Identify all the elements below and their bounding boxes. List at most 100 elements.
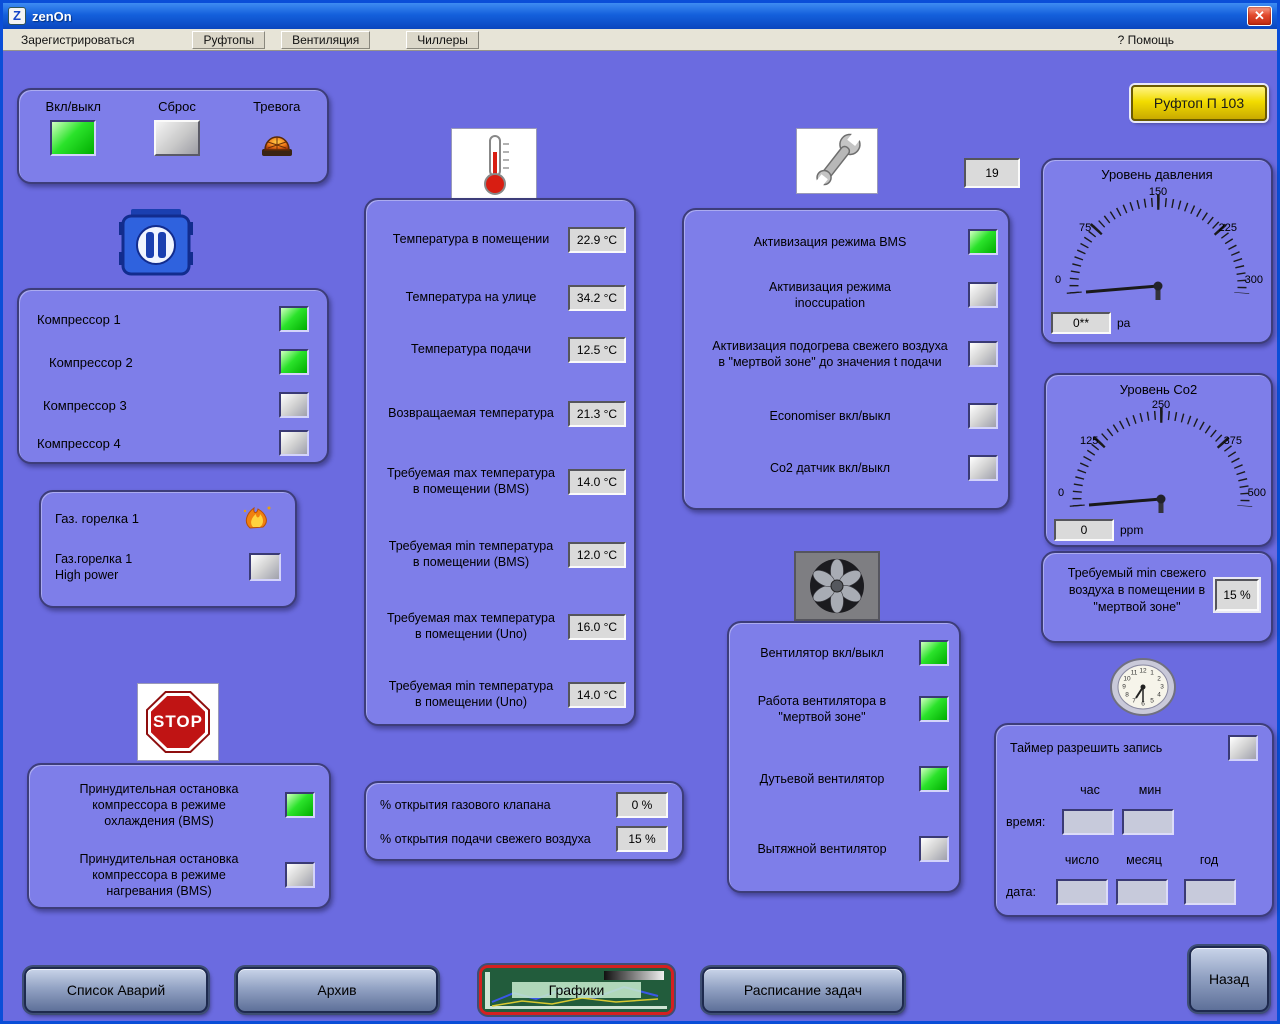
menu-ventilation[interactable]: Вентиляция xyxy=(281,31,370,49)
co2-sensor-indicator[interactable] xyxy=(968,455,998,481)
menu-register[interactable]: Зарегистрироваться xyxy=(11,32,144,48)
blower-fan-indicator[interactable] xyxy=(919,766,949,792)
co2-gauge-title: Уровень Co2 xyxy=(1046,382,1271,397)
svg-text:9: 9 xyxy=(1122,684,1126,691)
pressure-gauge-dial: 0 75 150 225 300 xyxy=(1051,184,1265,306)
bms-panel: Активизация режима BMS Активизация режим… xyxy=(682,208,1010,510)
pressure-gauge-title: Уровень давления xyxy=(1043,167,1271,182)
co2-unit: ppm xyxy=(1120,523,1143,537)
temp-min-uno-label: Требуемая min температура в помещении (U… xyxy=(378,679,564,710)
onoff-indicator[interactable] xyxy=(50,120,96,156)
svg-text:1: 1 xyxy=(1150,670,1154,677)
pressure-tick-225: 225 xyxy=(1219,222,1237,234)
menu-chillers[interactable]: Чиллеры xyxy=(406,31,479,49)
alarm-group: Тревога xyxy=(253,99,300,163)
temperature-row: Возвращаемая температура21.3 °C xyxy=(378,389,626,439)
burner-title-row: Газ. горелка 1 xyxy=(55,502,275,534)
schedule-button-label: Расписание задач xyxy=(744,982,862,998)
inoccupation-mode-label: Активизация режима inoccupation xyxy=(694,279,966,312)
main-content: Вкл/выкл Сброс Тревога xyxy=(3,51,1277,1021)
year-input[interactable] xyxy=(1184,879,1236,905)
temp-max-bms-value: 14.0 °C xyxy=(568,469,626,495)
co2-tick-125: 125 xyxy=(1080,435,1098,447)
fan-onoff-indicator[interactable] xyxy=(919,640,949,666)
svg-text:7: 7 xyxy=(1132,698,1136,705)
schedule-button[interactable]: Расписание задач xyxy=(702,967,904,1013)
fan-deadzone-indicator[interactable] xyxy=(919,696,949,722)
compressor-row: Компрессор 1 xyxy=(37,302,309,336)
menu-bar: Зарегистрироваться Руфтопы Вентиляция Чи… xyxy=(3,29,1277,51)
stop-icon: STOP xyxy=(137,683,219,761)
valve-row: % открытия газового клапана 0 % xyxy=(380,790,668,820)
temp-outside-label: Температура на улице xyxy=(378,290,564,306)
forced-stop-row: Принудительная остановка компрессора в р… xyxy=(43,773,315,837)
pressure-unit: pa xyxy=(1117,316,1130,330)
pressure-tick-0: 0 xyxy=(1055,274,1061,286)
fresh-air-min-label: Требуемый min свежего воздуха в помещени… xyxy=(1051,565,1223,616)
reset-button[interactable] xyxy=(154,120,200,156)
back-button-label: Назад xyxy=(1209,971,1249,987)
bms-mode-label: Активизация режима BMS xyxy=(694,234,966,250)
temp-max-bms-label: Требуемая max температура в помещении (B… xyxy=(378,466,564,497)
month-input[interactable] xyxy=(1116,879,1168,905)
timer-enable-checkbox[interactable] xyxy=(1228,735,1258,761)
compressor-2-indicator[interactable] xyxy=(279,349,309,375)
svg-text:5: 5 xyxy=(1150,698,1154,705)
co2-tick-500: 500 xyxy=(1248,487,1266,499)
menu-help[interactable]: ? Помощь xyxy=(1110,32,1182,48)
economiser-indicator[interactable] xyxy=(968,403,998,429)
compressor-3-indicator[interactable] xyxy=(279,392,309,418)
minute-label: мин xyxy=(1126,783,1174,797)
status-panel: Вкл/выкл Сброс Тревога xyxy=(17,88,329,184)
compressor-1-indicator[interactable] xyxy=(279,306,309,332)
forced-stop-cooling-indicator[interactable] xyxy=(285,792,315,818)
hour-input[interactable] xyxy=(1062,809,1114,835)
bms-row: Активизация режима BMS xyxy=(694,222,998,262)
menu-rooftops[interactable]: Руфтопы xyxy=(192,31,265,49)
unit-button-label: Руфтоп П 103 xyxy=(1154,95,1244,111)
graphs-button[interactable]: Графики xyxy=(479,965,674,1015)
burner-high-power-indicator[interactable] xyxy=(249,553,281,581)
exhaust-fan-indicator[interactable] xyxy=(919,836,949,862)
archive-button[interactable]: Архив xyxy=(236,967,438,1013)
blower-fan-label: Дутьевой вентилятор xyxy=(739,771,905,787)
month-label: месяц xyxy=(1116,853,1172,867)
fan-onoff-label: Вентилятор вкл/выкл xyxy=(739,645,905,661)
temperature-row: Требуемая min температура в помещении (B… xyxy=(378,530,626,580)
svg-text:2: 2 xyxy=(1157,676,1161,683)
co2-value: 0 xyxy=(1054,519,1114,541)
year-label: год xyxy=(1186,853,1232,867)
unit-button[interactable]: Руфтоп П 103 xyxy=(1131,85,1267,121)
gas-valve-label: % открытия газового клапана xyxy=(380,798,551,812)
window-title: zenOn xyxy=(32,9,72,24)
compressor-4-indicator[interactable] xyxy=(279,430,309,456)
temp-supply-value: 12.5 °C xyxy=(568,337,626,363)
compressor-3-label: Компрессор 3 xyxy=(43,398,127,413)
back-button[interactable]: Назад xyxy=(1189,946,1269,1012)
temp-min-bms-value: 12.0 °C xyxy=(568,542,626,568)
exhaust-fan-label: Вытяжной вентилятор xyxy=(739,841,905,857)
co2-tick-375: 375 xyxy=(1224,435,1242,447)
flame-icon xyxy=(239,501,275,536)
inoccupation-mode-indicator[interactable] xyxy=(968,282,998,308)
compressor-panel: Компрессор 1 Компрессор 2 Компрессор 3 К… xyxy=(17,288,329,464)
gas-burner-panel: Газ. горелка 1 Газ.горелка 1 High power xyxy=(39,490,297,608)
forced-stop-heating-label: Принудительная остановка компрессора в р… xyxy=(43,851,275,900)
alarm-list-button[interactable]: Список Аварий xyxy=(24,967,208,1013)
temp-max-uno-value: 16.0 °C xyxy=(568,614,626,640)
deadzone-heating-indicator[interactable] xyxy=(968,341,998,367)
fan-row: Вытяжной вентилятор xyxy=(739,827,949,871)
forced-stop-heating-indicator[interactable] xyxy=(285,862,315,888)
timer-panel: Таймер разрешить запись час мин время: ч… xyxy=(994,723,1274,917)
graphs-button-label: Графики xyxy=(512,982,641,998)
compressor-row: Компрессор 4 xyxy=(37,426,309,460)
temp-max-uno-label: Требуемая max температура в помещении (U… xyxy=(378,611,564,642)
day-input[interactable] xyxy=(1056,879,1108,905)
bms-mode-indicator[interactable] xyxy=(968,229,998,255)
deadzone-heating-label: Активизация подогрева свежего воздуха в … xyxy=(694,338,966,371)
fresh-air-valve-label: % открытия подачи свежего воздуха xyxy=(380,832,591,846)
economiser-label: Economiser вкл/выкл xyxy=(694,408,966,424)
close-button[interactable]: ✕ xyxy=(1247,6,1272,26)
bms-row: Активизация режима inoccupation xyxy=(694,272,998,318)
minute-input[interactable] xyxy=(1122,809,1174,835)
